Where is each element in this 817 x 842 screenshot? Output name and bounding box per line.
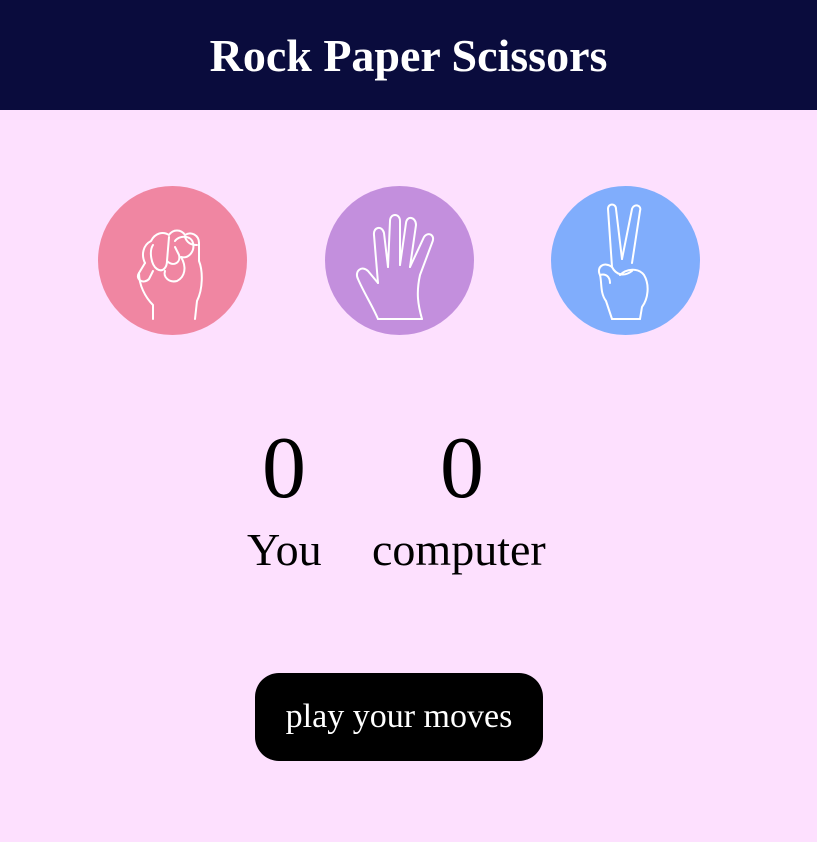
play-moves-button[interactable]: play your moves <box>255 673 543 761</box>
app-header: Rock Paper Scissors <box>0 0 817 110</box>
paper-choice-button[interactable] <box>325 186 474 335</box>
fist-icon <box>136 229 203 320</box>
rock-choice-button[interactable] <box>98 186 247 335</box>
user-label: You <box>247 524 322 575</box>
open-hand-icon <box>355 213 434 320</box>
user-score: 0 <box>262 420 306 517</box>
page-title: Rock Paper Scissors <box>209 29 608 81</box>
scissors-choice-button[interactable] <box>551 186 700 335</box>
peace-sign-icon <box>597 203 649 320</box>
computer-score: 0 <box>440 420 484 517</box>
computer-label: computer <box>372 524 546 575</box>
